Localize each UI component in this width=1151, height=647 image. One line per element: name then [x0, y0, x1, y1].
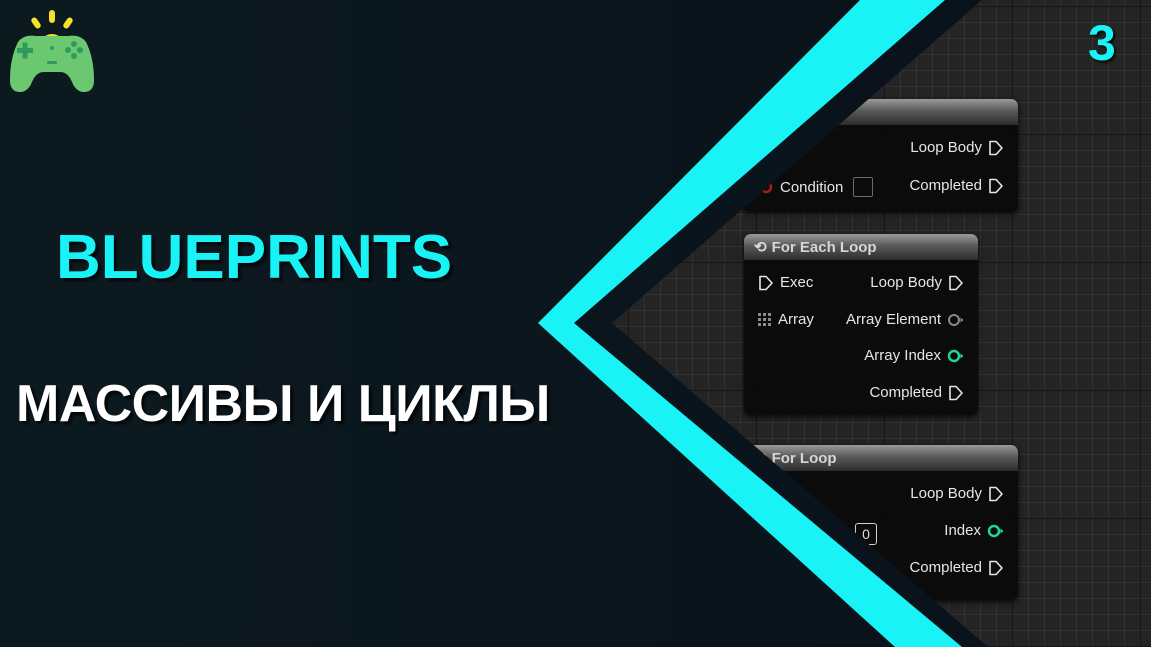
thumbnail-canvas: Loop Body Condition Completed ⟲ For Each…	[0, 0, 1151, 647]
gamepad-icon	[10, 10, 94, 92]
chevron-overlay	[0, 0, 988, 647]
subheadline: МАССИВЫ И ЦИКЛЫ	[16, 375, 550, 433]
episode-number: 3	[1088, 15, 1116, 71]
headline: BLUEPRINTS	[56, 223, 453, 292]
